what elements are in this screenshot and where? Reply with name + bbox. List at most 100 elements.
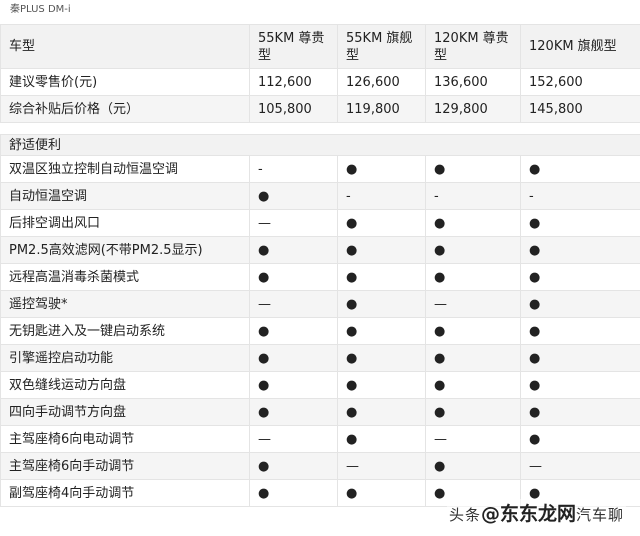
feature-availability: ●: [520, 209, 640, 237]
feature-label: 双温区独立控制自动恒温空调: [0, 155, 250, 183]
watermark-brand: @东东龙网: [480, 503, 576, 525]
model-header: 55KM 旗舰型: [337, 24, 426, 69]
header-label: 车型: [0, 24, 250, 69]
table-row: 四向手动调节方向盘 ● ● ● ●: [0, 398, 640, 426]
feature-label: 引擎遥控启动功能: [0, 344, 250, 372]
price-cell: 105,800: [249, 95, 338, 123]
table-row: 无钥匙进入及一键启动系统 ● ● ● ●: [0, 317, 640, 345]
feature-availability: -: [249, 155, 338, 183]
feature-availability: ●: [249, 317, 338, 345]
price-cell: 119,800: [337, 95, 426, 123]
feature-label: 自动恒温空调: [0, 182, 250, 210]
feature-availability: ●: [520, 344, 640, 372]
price-cell: 145,800: [520, 95, 640, 123]
feature-availability: ●: [249, 371, 338, 399]
table-row: 主驾座椅6向电动调节 — ● — ●: [0, 425, 640, 453]
feature-availability: —: [520, 452, 640, 480]
feature-availability: ●: [337, 371, 426, 399]
price-row-msrp: 建议零售价(元) 112,600 126,600 136,600 152,600: [0, 68, 640, 96]
feature-availability: ●: [520, 155, 640, 183]
page-header: 秦PLUS DM-i: [10, 4, 71, 15]
row-label: 综合补贴后价格（元）: [0, 95, 250, 123]
feature-availability: ●: [337, 209, 426, 237]
feature-availability: —: [337, 452, 426, 480]
feature-availability: ●: [249, 479, 338, 507]
feature-label: 双色缝线运动方向盘: [0, 371, 250, 399]
feature-label: 副驾座椅4向手动调节: [0, 479, 250, 507]
feature-availability: ●: [337, 317, 426, 345]
model-header: 55KM 尊贵型: [249, 24, 338, 69]
feature-availability: ●: [337, 344, 426, 372]
feature-availability: ●: [425, 452, 521, 480]
section-header: 舒适便利: [0, 134, 640, 156]
section-title: 舒适便利: [0, 134, 640, 156]
feature-label: 无钥匙进入及一键启动系统: [0, 317, 250, 345]
feature-availability: ●: [425, 344, 521, 372]
feature-availability: -: [520, 182, 640, 210]
feature-availability: ●: [249, 236, 338, 264]
watermark-suffix: 汽车聊: [575, 506, 624, 524]
feature-label: PM2.5高效滤网(不带PM2.5显示): [0, 236, 250, 264]
feature-availability: ●: [425, 317, 521, 345]
feature-availability: ●: [520, 236, 640, 264]
feature-availability: ●: [249, 182, 338, 210]
feature-availability: ●: [425, 209, 521, 237]
table-row: 自动恒温空调 ● - - -: [0, 182, 640, 210]
price-cell: 126,600: [337, 68, 426, 96]
table-row: 双温区独立控制自动恒温空调 - ● ● ●: [0, 155, 640, 183]
feature-availability: ●: [337, 290, 426, 318]
feature-availability: ●: [520, 425, 640, 453]
price-row-subsidized: 综合补贴后价格（元） 105,800 119,800 129,800 145,8…: [0, 95, 640, 123]
feature-availability: ●: [337, 263, 426, 291]
feature-availability: ●: [249, 344, 338, 372]
table-row: 引擎遥控启动功能 ● ● ● ●: [0, 344, 640, 372]
price-cell: 112,600: [249, 68, 338, 96]
table-row: PM2.5高效滤网(不带PM2.5显示) ● ● ● ●: [0, 236, 640, 264]
feature-rows: 双温区独立控制自动恒温空调 - ● ● ● 自动恒温空调 ● - - - 后排空调出风口 — ● ● ● PM…: [0, 155, 640, 507]
feature-availability: —: [249, 425, 338, 453]
row-label: 建议零售价(元): [0, 68, 250, 96]
feature-availability: —: [425, 290, 521, 318]
price-cell: 152,600: [520, 68, 640, 96]
model-header: 120KM 旗舰型: [520, 24, 640, 69]
feature-availability: ●: [520, 263, 640, 291]
feature-availability: ●: [425, 236, 521, 264]
feature-availability: ●: [520, 317, 640, 345]
feature-availability: ●: [337, 479, 426, 507]
feature-availability: ●: [337, 236, 426, 264]
feature-availability: ●: [337, 155, 426, 183]
spacer-row: [0, 122, 640, 135]
feature-availability: ●: [425, 371, 521, 399]
feature-availability: -: [425, 182, 521, 210]
feature-label: 四向手动调节方向盘: [0, 398, 250, 426]
feature-availability: ●: [337, 425, 426, 453]
feature-label: 主驾座椅6向手动调节: [0, 452, 250, 480]
feature-availability: ●: [425, 263, 521, 291]
feature-availability: ●: [337, 398, 426, 426]
feature-availability: ●: [520, 398, 640, 426]
feature-availability: —: [249, 209, 338, 237]
table-row: 主驾座椅6向手动调节 ● — ● —: [0, 452, 640, 480]
price-cell: 136,600: [425, 68, 521, 96]
feature-availability: ●: [425, 155, 521, 183]
feature-availability: ●: [520, 371, 640, 399]
feature-availability: ●: [249, 263, 338, 291]
feature-availability: ●: [249, 398, 338, 426]
table-row: 双色缝线运动方向盘 ● ● ● ●: [0, 371, 640, 399]
feature-availability: ●: [249, 452, 338, 480]
watermark: 头条@东东龙网汽车聊: [446, 499, 626, 526]
feature-availability: —: [249, 290, 338, 318]
feature-label: 后排空调出风口: [0, 209, 250, 237]
watermark-prefix: 头条: [448, 506, 481, 524]
feature-availability: ●: [520, 290, 640, 318]
feature-label: 主驾座椅6向电动调节: [0, 425, 250, 453]
model-header: 120KM 尊贵型: [425, 24, 521, 69]
table-row: 遥控驾驶* — ● — ●: [0, 290, 640, 318]
table-row: 远程高温消毒杀菌模式 ● ● ● ●: [0, 263, 640, 291]
feature-label: 遥控驾驶*: [0, 290, 250, 318]
feature-availability: —: [425, 425, 521, 453]
table-row: 后排空调出风口 — ● ● ●: [0, 209, 640, 237]
model-header-row: 车型 55KM 尊贵型 55KM 旗舰型 120KM 尊贵型 120KM 旗舰型: [0, 24, 640, 69]
price-cell: 129,800: [425, 95, 521, 123]
feature-availability: -: [337, 182, 426, 210]
